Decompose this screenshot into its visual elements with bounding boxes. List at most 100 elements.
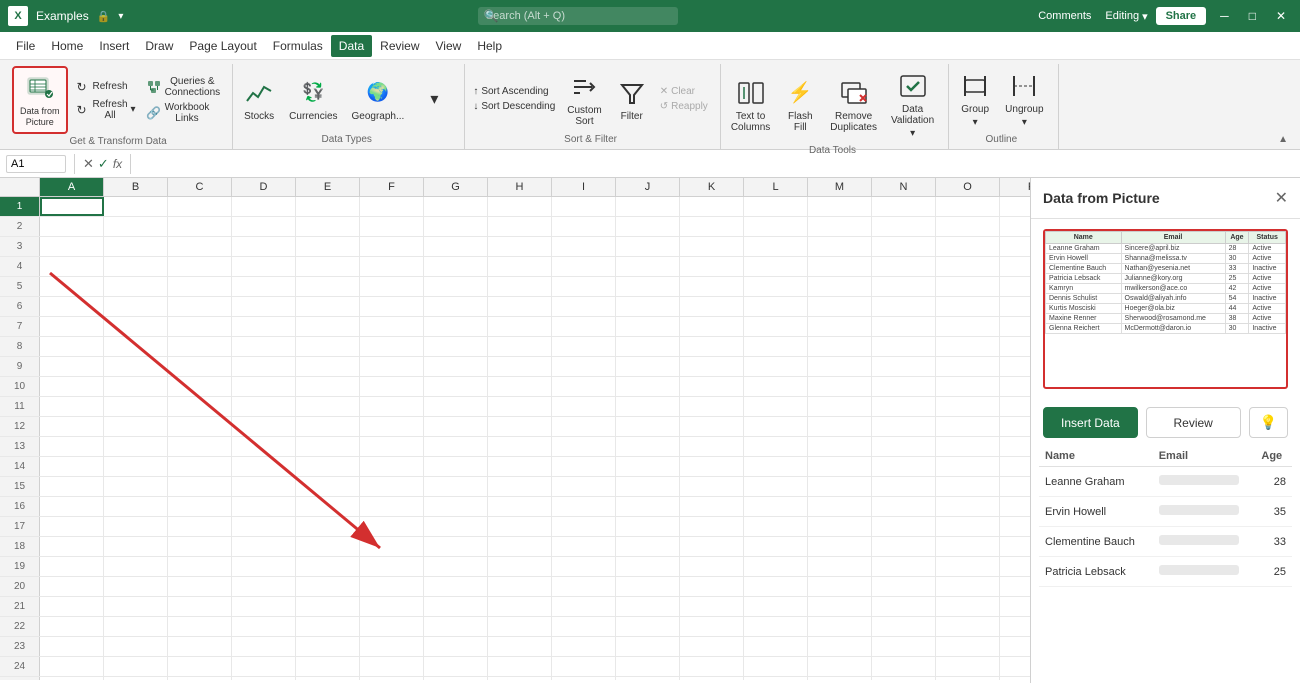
cell[interactable] <box>744 197 808 216</box>
cell[interactable] <box>1000 297 1030 316</box>
cell[interactable] <box>872 317 936 336</box>
cell[interactable] <box>552 317 616 336</box>
cell[interactable] <box>1000 557 1030 576</box>
menu-insert[interactable]: Insert <box>91 35 137 57</box>
cell[interactable] <box>424 337 488 356</box>
panel-close-button[interactable]: ✕ <box>1275 188 1288 208</box>
cell[interactable] <box>168 397 232 416</box>
cell[interactable] <box>360 597 424 616</box>
cell[interactable] <box>936 437 1000 456</box>
col-header-F[interactable]: F <box>360 178 424 196</box>
cell[interactable] <box>168 677 232 680</box>
flash-fill-button[interactable]: ⚡ FlashFill <box>778 73 822 137</box>
cell[interactable] <box>232 397 296 416</box>
cell[interactable] <box>680 297 744 316</box>
cell[interactable] <box>168 257 232 276</box>
cell[interactable] <box>808 337 872 356</box>
sort-ascending-button[interactable]: ↑ Sort Ascending <box>469 84 559 99</box>
cell[interactable] <box>744 497 808 516</box>
cell[interactable] <box>744 617 808 636</box>
cell[interactable] <box>808 557 872 576</box>
cell[interactable] <box>40 337 104 356</box>
col-header-N[interactable]: N <box>872 178 936 196</box>
cell[interactable] <box>360 637 424 656</box>
cell[interactable] <box>232 357 296 376</box>
reapply-button[interactable]: ↺ Reapply <box>656 99 712 114</box>
cell[interactable] <box>872 377 936 396</box>
cell[interactable] <box>424 437 488 456</box>
cell[interactable] <box>552 497 616 516</box>
cell[interactable] <box>232 417 296 436</box>
cell[interactable] <box>680 457 744 476</box>
cell[interactable] <box>40 417 104 436</box>
col-header-J[interactable]: J <box>616 178 680 196</box>
cell[interactable] <box>488 457 552 476</box>
cell[interactable] <box>872 337 936 356</box>
cell[interactable] <box>104 537 168 556</box>
cell[interactable] <box>40 457 104 476</box>
cell[interactable] <box>616 677 680 680</box>
group-button[interactable]: Group ▾ <box>953 66 997 132</box>
cell[interactable] <box>616 337 680 356</box>
cell[interactable] <box>360 437 424 456</box>
cell[interactable] <box>1000 677 1030 680</box>
cell[interactable] <box>360 397 424 416</box>
cell[interactable] <box>872 217 936 236</box>
cell[interactable] <box>424 297 488 316</box>
cell[interactable] <box>936 637 1000 656</box>
col-header-K[interactable]: K <box>680 178 744 196</box>
cell[interactable] <box>296 197 360 216</box>
menu-formulas[interactable]: Formulas <box>265 35 331 57</box>
cell[interactable] <box>1000 237 1030 256</box>
cell[interactable] <box>104 657 168 676</box>
cell[interactable] <box>168 197 232 216</box>
cell[interactable] <box>936 477 1000 496</box>
cell[interactable] <box>296 577 360 596</box>
cell[interactable] <box>936 537 1000 556</box>
cell[interactable] <box>296 317 360 336</box>
cell[interactable] <box>680 277 744 296</box>
col-header-L[interactable]: L <box>744 178 808 196</box>
cell[interactable] <box>488 657 552 676</box>
cell[interactable] <box>1000 197 1030 216</box>
cell[interactable] <box>360 297 424 316</box>
cell[interactable] <box>872 637 936 656</box>
cell[interactable] <box>40 597 104 616</box>
cell[interactable] <box>744 397 808 416</box>
cell[interactable] <box>552 257 616 276</box>
cell[interactable] <box>296 257 360 276</box>
cell[interactable] <box>936 517 1000 536</box>
cell[interactable] <box>232 217 296 236</box>
cell[interactable] <box>552 477 616 496</box>
cell[interactable] <box>744 217 808 236</box>
cell[interactable] <box>104 437 168 456</box>
cell[interactable] <box>232 617 296 636</box>
cell[interactable] <box>744 517 808 536</box>
cell[interactable] <box>232 317 296 336</box>
cell[interactable] <box>808 477 872 496</box>
cell[interactable] <box>552 677 616 680</box>
cell[interactable] <box>232 197 296 216</box>
cell[interactable] <box>360 457 424 476</box>
cell[interactable] <box>424 417 488 436</box>
cell[interactable] <box>1000 517 1030 536</box>
col-header-A[interactable]: A <box>40 178 104 196</box>
cell[interactable] <box>104 217 168 236</box>
cell[interactable] <box>424 257 488 276</box>
cell[interactable] <box>808 537 872 556</box>
cell[interactable] <box>360 217 424 236</box>
remove-duplicates-button[interactable]: RemoveDuplicates <box>824 73 883 137</box>
cell[interactable] <box>808 637 872 656</box>
cell[interactable] <box>680 657 744 676</box>
cell[interactable] <box>168 637 232 656</box>
cell[interactable] <box>232 677 296 680</box>
cell[interactable] <box>360 377 424 396</box>
cell[interactable] <box>616 577 680 596</box>
cell[interactable] <box>936 337 1000 356</box>
cell[interactable] <box>872 497 936 516</box>
cell[interactable] <box>232 457 296 476</box>
cell[interactable] <box>808 497 872 516</box>
cell[interactable] <box>424 357 488 376</box>
ribbon-collapse-button[interactable]: ▲ <box>1274 132 1292 147</box>
cell[interactable] <box>936 497 1000 516</box>
